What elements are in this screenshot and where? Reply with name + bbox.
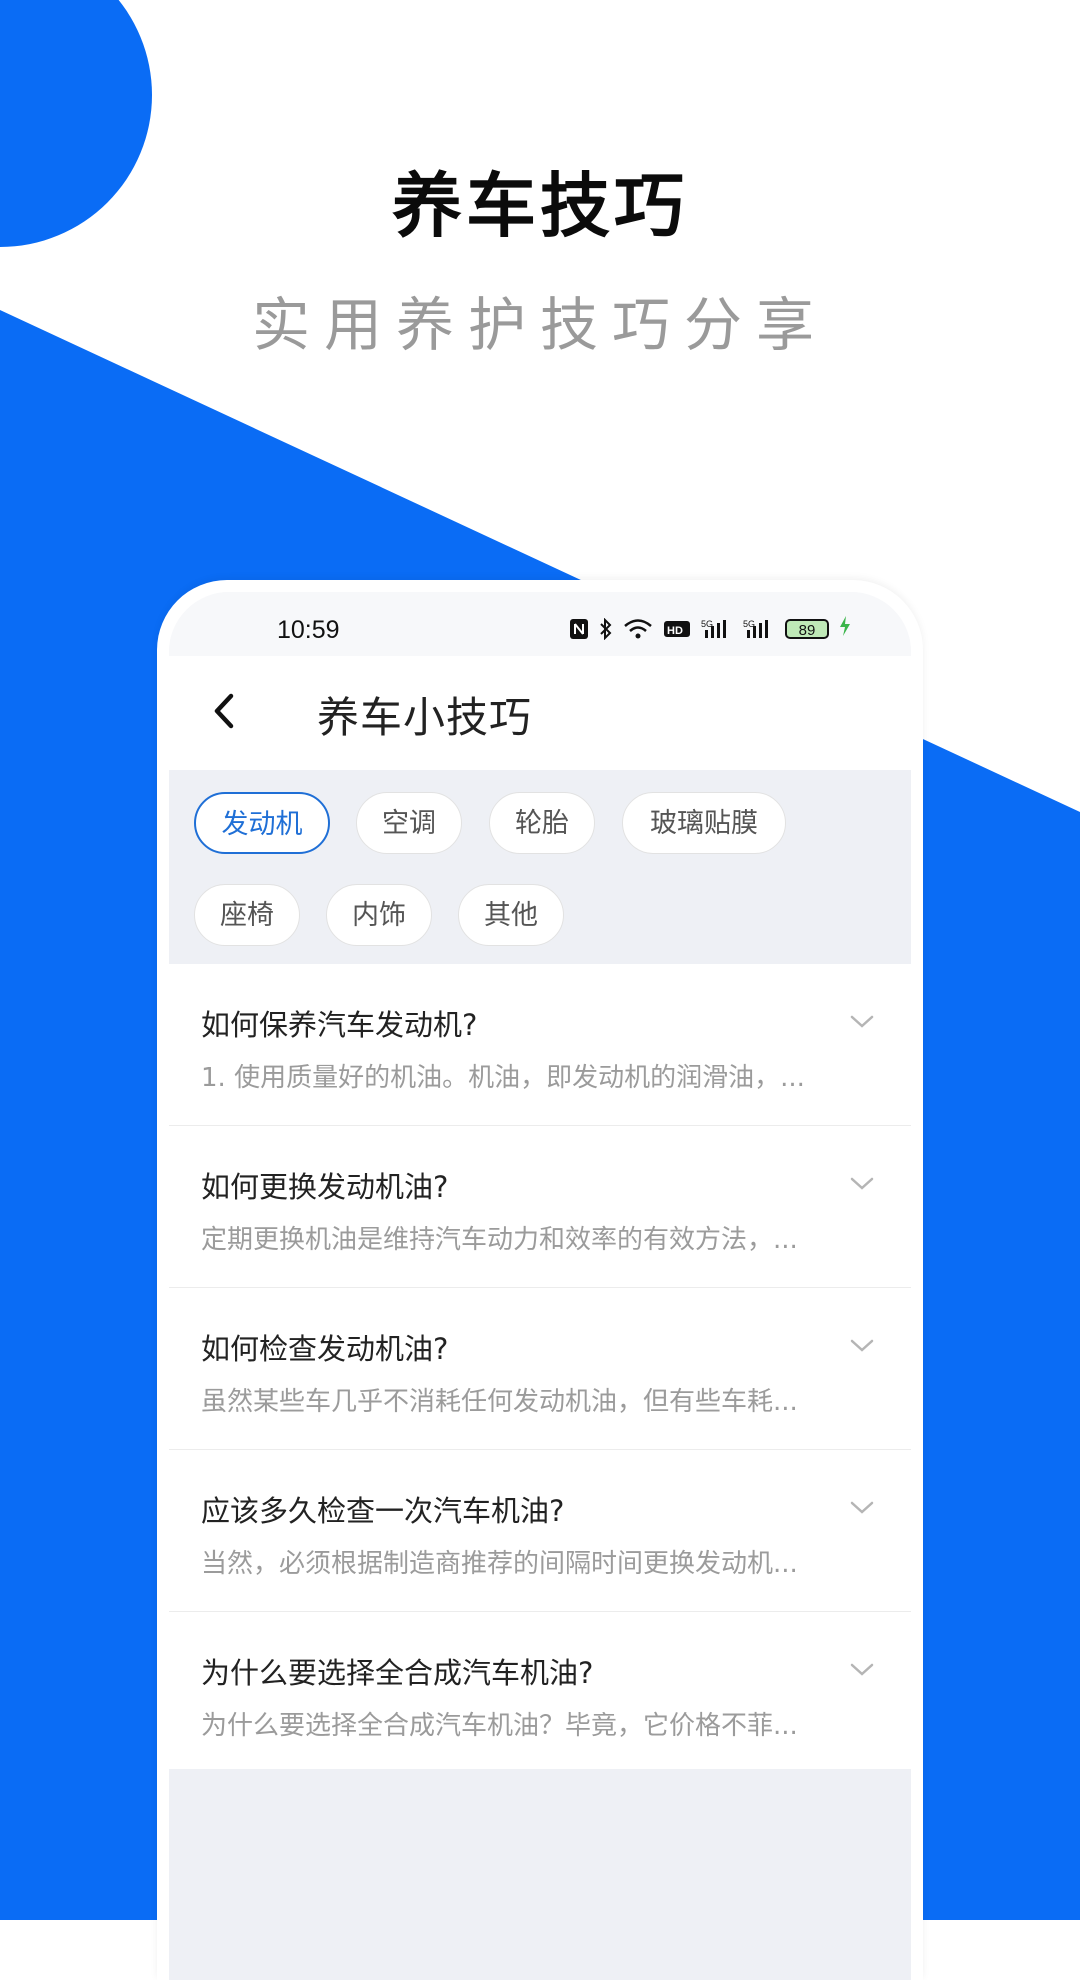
charging-icon — [839, 616, 851, 641]
faq-preview: 当然，必须根据制造商推荐的间隔时间更换发动机... — [201, 1549, 798, 1579]
battery-indicator: 89 — [785, 618, 829, 639]
faq-preview: 定期更换机油是维持汽车动力和效率的有效方法，... — [201, 1225, 798, 1255]
back-button[interactable] — [201, 686, 251, 736]
svg-text:HD: HD — [667, 625, 683, 637]
faq-item[interactable]: 如何检查发动机油? 虽然某些车几乎不消耗任何发动机油，但有些车耗... — [169, 1288, 911, 1450]
faq-question: 为什么要选择全合成汽车机油? — [201, 1656, 594, 1690]
chevron-down-icon — [850, 1177, 874, 1190]
faq-question: 如何更换发动机油? — [201, 1170, 449, 1204]
chevron-down-icon — [850, 1339, 874, 1352]
faq-question: 如何保养汽车发动机? — [201, 1008, 478, 1042]
faq-item[interactable]: 如何保养汽车发动机? 1. 使用质量好的机油。机油，即发动机的润滑油，... — [169, 964, 911, 1126]
nfc-icon — [569, 618, 589, 640]
wifi-icon — [623, 618, 653, 640]
status-bar: 10:59 HD 5G 5G 89 — [169, 592, 911, 656]
faq-question: 应该多久检查一次汽车机油? — [201, 1494, 565, 1528]
chevron-down-icon — [850, 1663, 874, 1676]
faq-preview: 1. 使用质量好的机油。机油，即发动机的润滑油，... — [201, 1063, 805, 1093]
category-chips: 发动机 空调 轮胎 玻璃贴膜 座椅 内饰 其他 — [169, 770, 911, 964]
page-title: 养车小技巧 — [317, 693, 533, 742]
hero-title: 养车技巧 — [392, 165, 688, 247]
signal-5g-icon: 5G — [701, 618, 733, 640]
chip-other[interactable]: 其他 — [458, 884, 564, 946]
chip-interior[interactable]: 内饰 — [326, 884, 432, 946]
faq-list: 如何保养汽车发动机? 1. 使用质量好的机油。机油，即发动机的润滑油，... 如… — [169, 964, 911, 1774]
faq-item[interactable]: 为什么要选择全合成汽车机油? 为什么要选择全合成汽车机油？毕竟，它价格不菲... — [169, 1612, 911, 1774]
status-icons: HD 5G 5G 89 — [569, 616, 851, 641]
phone-mockup: 10:59 HD 5G 5G 89 养车小技巧 发动机 空调 轮胎 玻璃贴膜 座… — [157, 580, 923, 1980]
phone-screen: 10:59 HD 5G 5G 89 养车小技巧 发动机 空调 轮胎 玻璃贴膜 座… — [169, 592, 911, 1980]
faq-question: 如何检查发动机油? — [201, 1332, 449, 1366]
bluetooth-icon — [599, 617, 613, 640]
chip-aircon[interactable]: 空调 — [356, 792, 462, 854]
hd-icon: HD — [663, 619, 691, 639]
status-time: 10:59 — [277, 616, 340, 644]
faq-item[interactable]: 应该多久检查一次汽车机油? 当然，必须根据制造商推荐的间隔时间更换发动机... — [169, 1450, 911, 1612]
chip-tires[interactable]: 轮胎 — [489, 792, 595, 854]
empty-area — [169, 1769, 911, 1980]
chevron-down-icon — [850, 1015, 874, 1028]
signal-5g-icon: 5G — [743, 618, 775, 640]
chip-window-film[interactable]: 玻璃贴膜 — [622, 792, 786, 854]
chip-seats[interactable]: 座椅 — [194, 884, 300, 946]
chevron-down-icon — [850, 1501, 874, 1514]
hero-subtitle: 实用养护技巧分享 — [251, 291, 828, 359]
chip-engine[interactable]: 发动机 — [194, 792, 330, 854]
faq-item[interactable]: 如何更换发动机油? 定期更换机油是维持汽车动力和效率的有效方法，... — [169, 1126, 911, 1288]
chevron-left-icon — [214, 693, 234, 729]
navbar: 养车小技巧 — [169, 656, 911, 771]
faq-preview: 虽然某些车几乎不消耗任何发动机油，但有些车耗... — [201, 1387, 798, 1417]
faq-preview: 为什么要选择全合成汽车机油？毕竟，它价格不菲... — [201, 1711, 798, 1741]
